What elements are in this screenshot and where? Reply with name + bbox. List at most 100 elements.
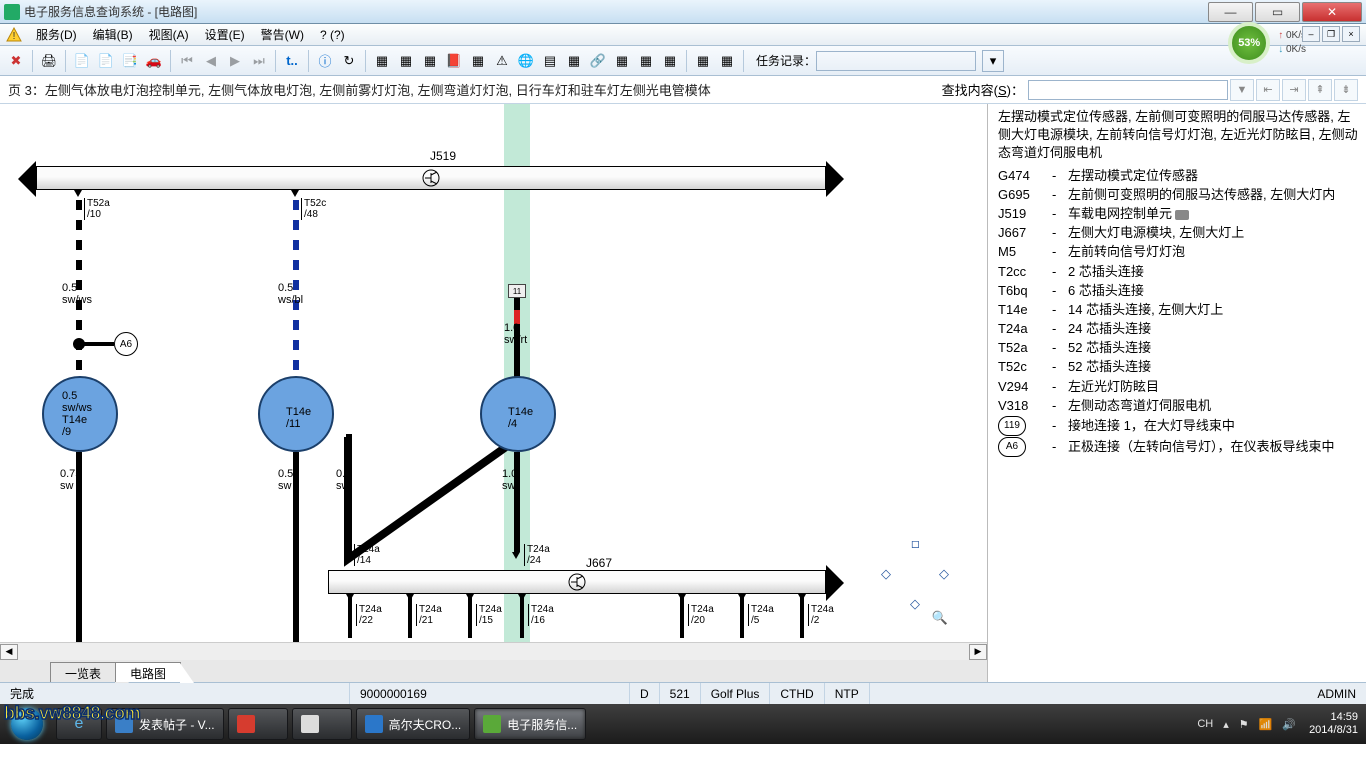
diagram-wire-2-gauge: 0.5ws/bl	[278, 282, 303, 306]
menu-settings[interactable]: 设置(E)	[197, 24, 253, 45]
taskbar-app-button[interactable]: 高尔夫CRO...	[356, 708, 471, 740]
tb-prev-icon[interactable]: ◀	[200, 50, 222, 72]
tb-book-icon[interactable]: 📕	[443, 50, 465, 72]
search-label: 查找内容(S)：	[942, 80, 1024, 99]
tb-last-icon[interactable]: ⏭	[248, 50, 270, 72]
tb-extra1-icon[interactable]: ▦	[692, 50, 714, 72]
download-rate: 0K/s	[1278, 43, 1306, 57]
taskbar-app-button[interactable]	[292, 708, 352, 740]
search-dropdown-icon[interactable]: ▼	[1230, 79, 1254, 101]
tb-doc1-icon[interactable]: 📄	[71, 50, 93, 72]
menu-view[interactable]: 视图(A)	[141, 24, 197, 45]
child-restore-button[interactable]: ❐	[1322, 26, 1340, 42]
legend-value: 左侧动态弯道灯伺服电机	[1068, 397, 1358, 415]
tb-doc3-icon[interactable]: 📑	[119, 50, 141, 72]
minimize-button[interactable]: —	[1208, 2, 1253, 22]
tb-warn-icon[interactable]: ⚠	[491, 50, 513, 72]
speed-percent[interactable]: 53%	[1228, 22, 1270, 64]
tb-delete-icon[interactable]: ✖	[5, 50, 27, 72]
tb-car-icon[interactable]: 🚗	[143, 50, 165, 72]
tb-g7-icon[interactable]: ▦	[611, 50, 633, 72]
tab-circuit[interactable]: 电路图	[115, 662, 181, 682]
legend-key: V294	[998, 378, 1052, 396]
tb-g3-icon[interactable]: ▦	[419, 50, 441, 72]
tb-calc-icon[interactable]: ▤	[539, 50, 561, 72]
legend-value: 24 芯插头连接	[1068, 320, 1358, 338]
tb-info-icon[interactable]: ⓘ	[314, 50, 336, 72]
child-minimize-button[interactable]: –	[1302, 26, 1320, 42]
legend-value: 52 芯插头连接	[1068, 358, 1358, 376]
diagram-connector-3-label: T14e /4	[508, 406, 533, 430]
pan-up-icon[interactable]: ◇	[904, 533, 927, 556]
tb-g4-icon[interactable]: ▦	[467, 50, 489, 72]
legend-value: 正极连接（左转向信号灯），在仪表板导线束中	[1068, 438, 1358, 456]
ime-indicator[interactable]: CH	[1197, 718, 1213, 730]
tb-pick-icon[interactable]: ▾	[982, 50, 1004, 72]
legend-row: J667-左侧大灯电源模块, 左侧大灯上	[998, 224, 1358, 242]
tb-g9-icon[interactable]: ▦	[659, 50, 681, 72]
legend-value: 左近光灯防眩目	[1068, 378, 1358, 396]
tb-g6-icon[interactable]: 🔗	[587, 50, 609, 72]
menu-service[interactable]: 服务(D)	[28, 24, 85, 45]
search-input[interactable]	[1028, 80, 1228, 100]
child-close-button[interactable]: ×	[1342, 26, 1360, 42]
taskbar-app-button[interactable]	[228, 708, 288, 740]
status-n: 521	[660, 683, 701, 704]
menu-help[interactable]: ? (?)	[312, 26, 353, 44]
scroll-left-icon[interactable]: ◀	[0, 644, 18, 660]
page-description: 页 3：左侧气体放电灯泡控制单元, 左侧气体放电灯泡, 左侧前雾灯灯泡, 左侧弯…	[8, 80, 942, 99]
tb-extra2-icon[interactable]: ▦	[716, 50, 738, 72]
diagram-wire-stub	[468, 594, 472, 638]
speed-widget: 53% 0K/s 0K/s	[1228, 22, 1306, 64]
pan-down-icon[interactable]: ◇	[907, 596, 923, 612]
taskbar-app-label: 电子服务信...	[507, 716, 577, 733]
diagram-pan-nav: ◇ ◇ ◇ ◇ 🔍	[870, 536, 960, 626]
tb-next-icon[interactable]: ▶	[224, 50, 246, 72]
search-up-button[interactable]: ⇞	[1308, 79, 1332, 101]
menu-warnings[interactable]: 警告(W)	[253, 24, 312, 45]
maximize-button[interactable]: ▭	[1255, 2, 1300, 22]
close-button[interactable]: ✕	[1302, 2, 1362, 22]
tb-g1-icon[interactable]: ▦	[371, 50, 393, 72]
diagram-tabs: 一览表 电路图	[0, 660, 987, 682]
tb-refresh-icon[interactable]: ↻	[338, 50, 360, 72]
legend-row-symbol: 119-接地连接 1，在大灯导线束中	[998, 416, 1358, 436]
tray-flag-icon[interactable]: ⚑	[1239, 718, 1249, 731]
legend-value: 左前转向信号灯灯泡	[1068, 243, 1358, 261]
tb-g8-icon[interactable]: ▦	[635, 50, 657, 72]
tb-first-icon[interactable]: ⏮	[176, 50, 198, 72]
tray-clock[interactable]: 14:59 2014/8/31	[1309, 711, 1358, 737]
tray-network-icon[interactable]: 📶	[1259, 718, 1273, 731]
taskbar-app-button[interactable]: 电子服务信...	[474, 708, 586, 740]
pan-left-icon[interactable]: ◇	[878, 566, 894, 582]
diagram-h-scrollbar[interactable]: ◀ ▶	[0, 642, 987, 660]
tb-print-icon[interactable]: 🖨	[38, 50, 60, 72]
taskbar-app-icon	[301, 715, 319, 733]
zoom-icon[interactable]: 🔍	[932, 610, 948, 626]
taskbar-app-icon	[365, 715, 383, 733]
task-field[interactable]	[816, 51, 976, 71]
legend-value: 52 芯插头连接	[1068, 339, 1358, 357]
tb-g2-icon[interactable]: ▦	[395, 50, 417, 72]
diagram-column: J519 T52a /10 0.5sw/ws A6 0.5 sw/ws T14e…	[0, 104, 988, 682]
diagram-wire-3-gauge: 1.0sw/rt	[504, 322, 527, 346]
diagram-connector-1-label: 0.5 sw/ws T14e /9	[62, 390, 92, 438]
tray-chevron-icon[interactable]: ▴	[1223, 718, 1229, 731]
tab-overview[interactable]: 一览表	[50, 662, 116, 682]
diagram-canvas[interactable]: J519 T52a /10 0.5sw/ws A6 0.5 sw/ws T14e…	[0, 104, 987, 642]
search-down-button[interactable]: ⇟	[1334, 79, 1358, 101]
scroll-right-icon[interactable]: ▶	[969, 644, 987, 660]
search-prev-button[interactable]: ⇤	[1256, 79, 1280, 101]
tb-doc2-icon[interactable]: 📄	[95, 50, 117, 72]
app-icon	[4, 4, 20, 20]
legend-symbol: A6	[998, 437, 1026, 457]
tray-volume-icon[interactable]: 🔊	[1282, 718, 1296, 731]
pan-right-icon[interactable]: ◇	[936, 566, 952, 582]
tb-g5-icon[interactable]: ▦	[563, 50, 585, 72]
diagram-wire-stub	[680, 594, 684, 638]
tb-tool-t-icon[interactable]: t..	[281, 50, 303, 72]
search-next-button[interactable]: ⇥	[1282, 79, 1306, 101]
menu-bar: ! 服务(D) 编辑(B) 视图(A) 设置(E) 警告(W) ? (?) 53…	[0, 24, 1366, 46]
menu-edit[interactable]: 编辑(B)	[85, 24, 141, 45]
tb-globe-icon[interactable]: 🌐	[515, 50, 537, 72]
